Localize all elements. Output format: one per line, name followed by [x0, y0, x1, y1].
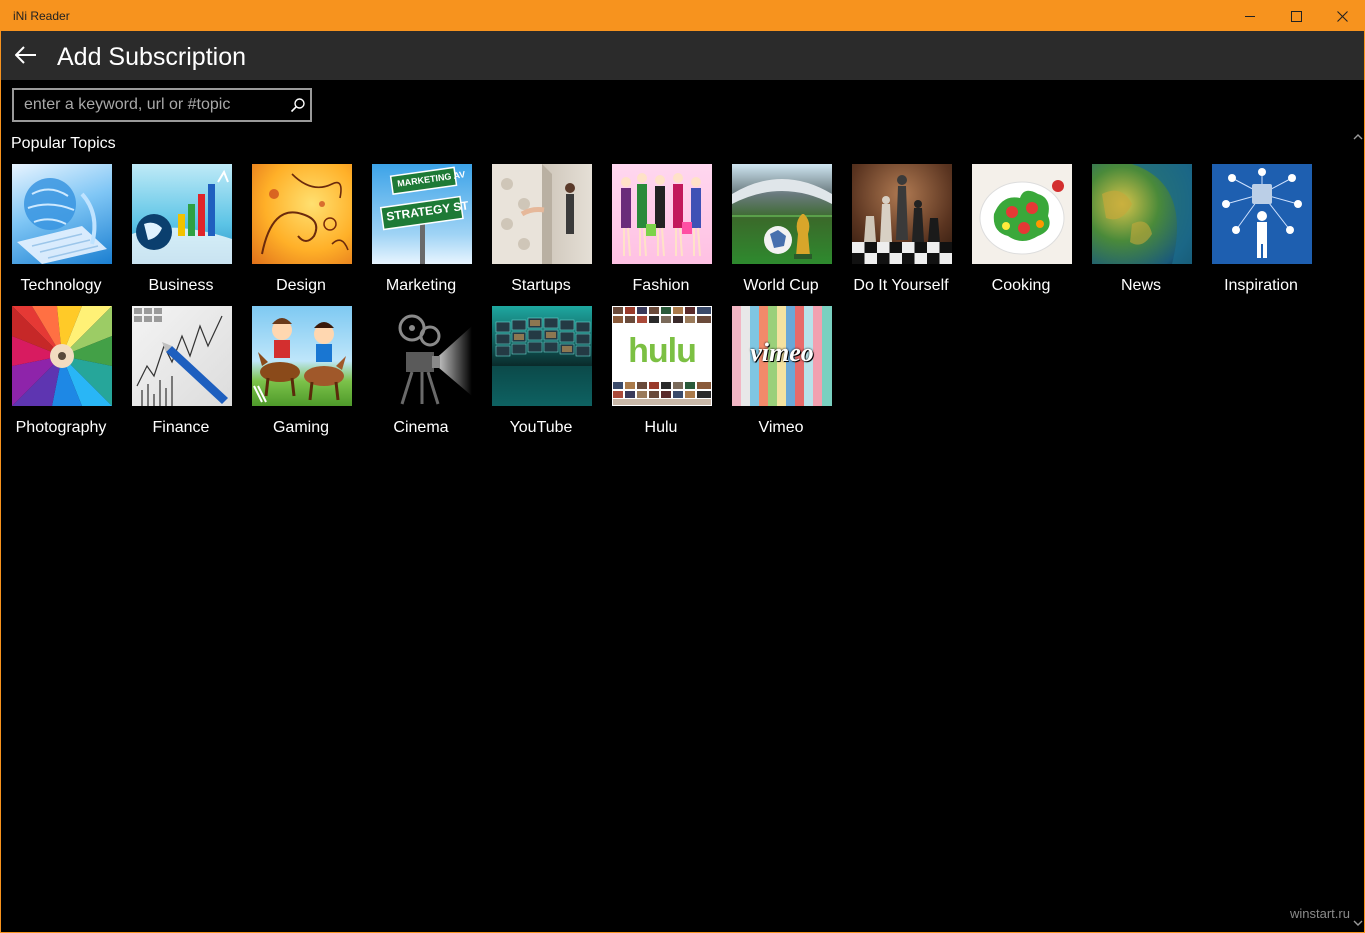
- app-window: iNi Reader Add Subscription Popular Topi…: [0, 0, 1365, 933]
- back-arrow-icon: [15, 46, 36, 64]
- topic-label: Design: [276, 277, 326, 294]
- topic-tile-startups[interactable]: Startups: [481, 164, 601, 300]
- topic-label: Business: [148, 277, 214, 294]
- topic-label: News: [1120, 277, 1161, 294]
- topic-label: Startups: [511, 277, 571, 294]
- salad-plate-icon: [979, 180, 1065, 255]
- cartoon-horses-icon: [253, 318, 346, 403]
- minimize-button[interactable]: [1227, 1, 1273, 31]
- topic-label: Cooking: [991, 277, 1051, 294]
- topic-thumbnail: [1212, 164, 1312, 264]
- topic-thumbnail: [252, 164, 352, 264]
- chess-pieces-icon: [852, 175, 952, 264]
- close-icon: [1336, 10, 1348, 22]
- football-trophy-icon: [732, 179, 832, 259]
- topic-thumbnail: [972, 164, 1072, 264]
- topic-thumbnail: hulu: [612, 306, 712, 406]
- maximize-icon: [1290, 10, 1302, 22]
- topic-thumbnail: [132, 164, 232, 264]
- topic-thumbnail: [12, 164, 112, 264]
- topic-thumbnail: [492, 306, 592, 406]
- search-input[interactable]: [14, 90, 284, 120]
- topic-thumbnail: [12, 306, 112, 406]
- topic-tile-vimeo[interactable]: vimeo Vimeo: [721, 306, 841, 442]
- window-title: iNi Reader: [13, 9, 70, 23]
- back-button[interactable]: [9, 37, 43, 73]
- topic-label: Gaming: [272, 419, 330, 436]
- topic-tile-gaming[interactable]: Gaming: [241, 306, 361, 442]
- topic-thumbnail: [732, 164, 832, 264]
- topic-thumbnail: [372, 306, 472, 406]
- vimeo-logo: vimeo: [750, 338, 814, 367]
- colored-pencils-icon: [12, 306, 112, 406]
- topic-thumbnail: vimeo: [732, 306, 832, 406]
- topic-label: Finance: [152, 419, 210, 436]
- fashion-models-icon: [621, 173, 701, 257]
- topic-tile-finance[interactable]: Finance: [121, 306, 241, 442]
- topic-tile-cooking[interactable]: Cooking: [961, 164, 1081, 300]
- topic-label: Marketing: [385, 277, 457, 294]
- topic-label: Inspiration: [1224, 277, 1298, 294]
- business-chart-icon: [132, 169, 232, 264]
- topic-tile-fashion[interactable]: Fashion: [601, 164, 721, 300]
- topic-thumbnail: [132, 306, 232, 406]
- topic-tile-do-it-yourself[interactable]: Do It Yourself: [841, 164, 961, 300]
- door-opening-icon: [492, 164, 575, 264]
- search-icon[interactable]: [290, 97, 306, 113]
- topic-label: Do It Yourself: [853, 277, 949, 294]
- topic-thumbnail: [612, 164, 712, 264]
- topic-tile-youtube[interactable]: YouTube: [481, 306, 601, 442]
- topic-tile-photography[interactable]: Photography: [1, 306, 121, 442]
- topic-tile-world-cup[interactable]: World Cup: [721, 164, 841, 300]
- topic-label: Technology: [20, 277, 102, 294]
- topic-thumbnail: [852, 164, 952, 264]
- film-projector-icon: [398, 314, 472, 405]
- topic-tile-hulu[interactable]: hulu Hulu: [601, 306, 721, 442]
- idea-network-icon: [1222, 168, 1302, 258]
- finance-chart-pen-icon: [134, 308, 228, 406]
- floral-swirl-icon: [261, 173, 349, 255]
- scroll-up-arrow-icon[interactable]: [1352, 131, 1364, 143]
- topic-label: Fashion: [632, 277, 690, 294]
- close-button[interactable]: [1319, 1, 1365, 31]
- topic-tile-news[interactable]: News: [1081, 164, 1201, 300]
- section-title: Popular Topics: [11, 135, 116, 152]
- minimize-icon: [1244, 15, 1255, 17]
- topic-label: Hulu: [644, 419, 678, 436]
- topic-thumbnail: [252, 306, 352, 406]
- maximize-button[interactable]: [1273, 1, 1319, 31]
- globe-icon: [1102, 164, 1192, 264]
- topic-tile-business[interactable]: Business: [121, 164, 241, 300]
- watermark: winstart.ru: [1290, 906, 1350, 921]
- topic-label: Vimeo: [758, 419, 804, 436]
- topic-tile-marketing[interactable]: MARKETING AV STRATEGY ST Marketing: [361, 164, 481, 300]
- page-title: Add Subscription: [57, 43, 247, 71]
- topic-thumbnail: [1092, 164, 1192, 264]
- topic-tile-inspiration[interactable]: Inspiration: [1201, 164, 1321, 300]
- topic-label: YouTube: [509, 419, 573, 436]
- topic-tile-technology[interactable]: Technology: [1, 164, 121, 300]
- topic-label: Cinema: [393, 419, 449, 436]
- hulu-logo: hulu: [628, 332, 697, 370]
- topic-thumbnail: [492, 164, 592, 264]
- video-wall-icon: [492, 317, 592, 406]
- app-bar: Add Subscription: [1, 31, 1364, 80]
- title-bar[interactable]: iNi Reader: [1, 1, 1364, 31]
- topic-tile-design[interactable]: Design: [241, 164, 361, 300]
- search-box[interactable]: [12, 88, 312, 122]
- globe-keyboard-icon: [17, 178, 107, 264]
- topic-tile-cinema[interactable]: Cinema: [361, 306, 481, 442]
- topic-thumbnail: MARKETING AV STRATEGY ST: [372, 164, 472, 264]
- topic-label: Photography: [15, 419, 107, 436]
- scroll-down-arrow-icon[interactable]: [1352, 917, 1364, 929]
- topic-label: World Cup: [743, 277, 819, 294]
